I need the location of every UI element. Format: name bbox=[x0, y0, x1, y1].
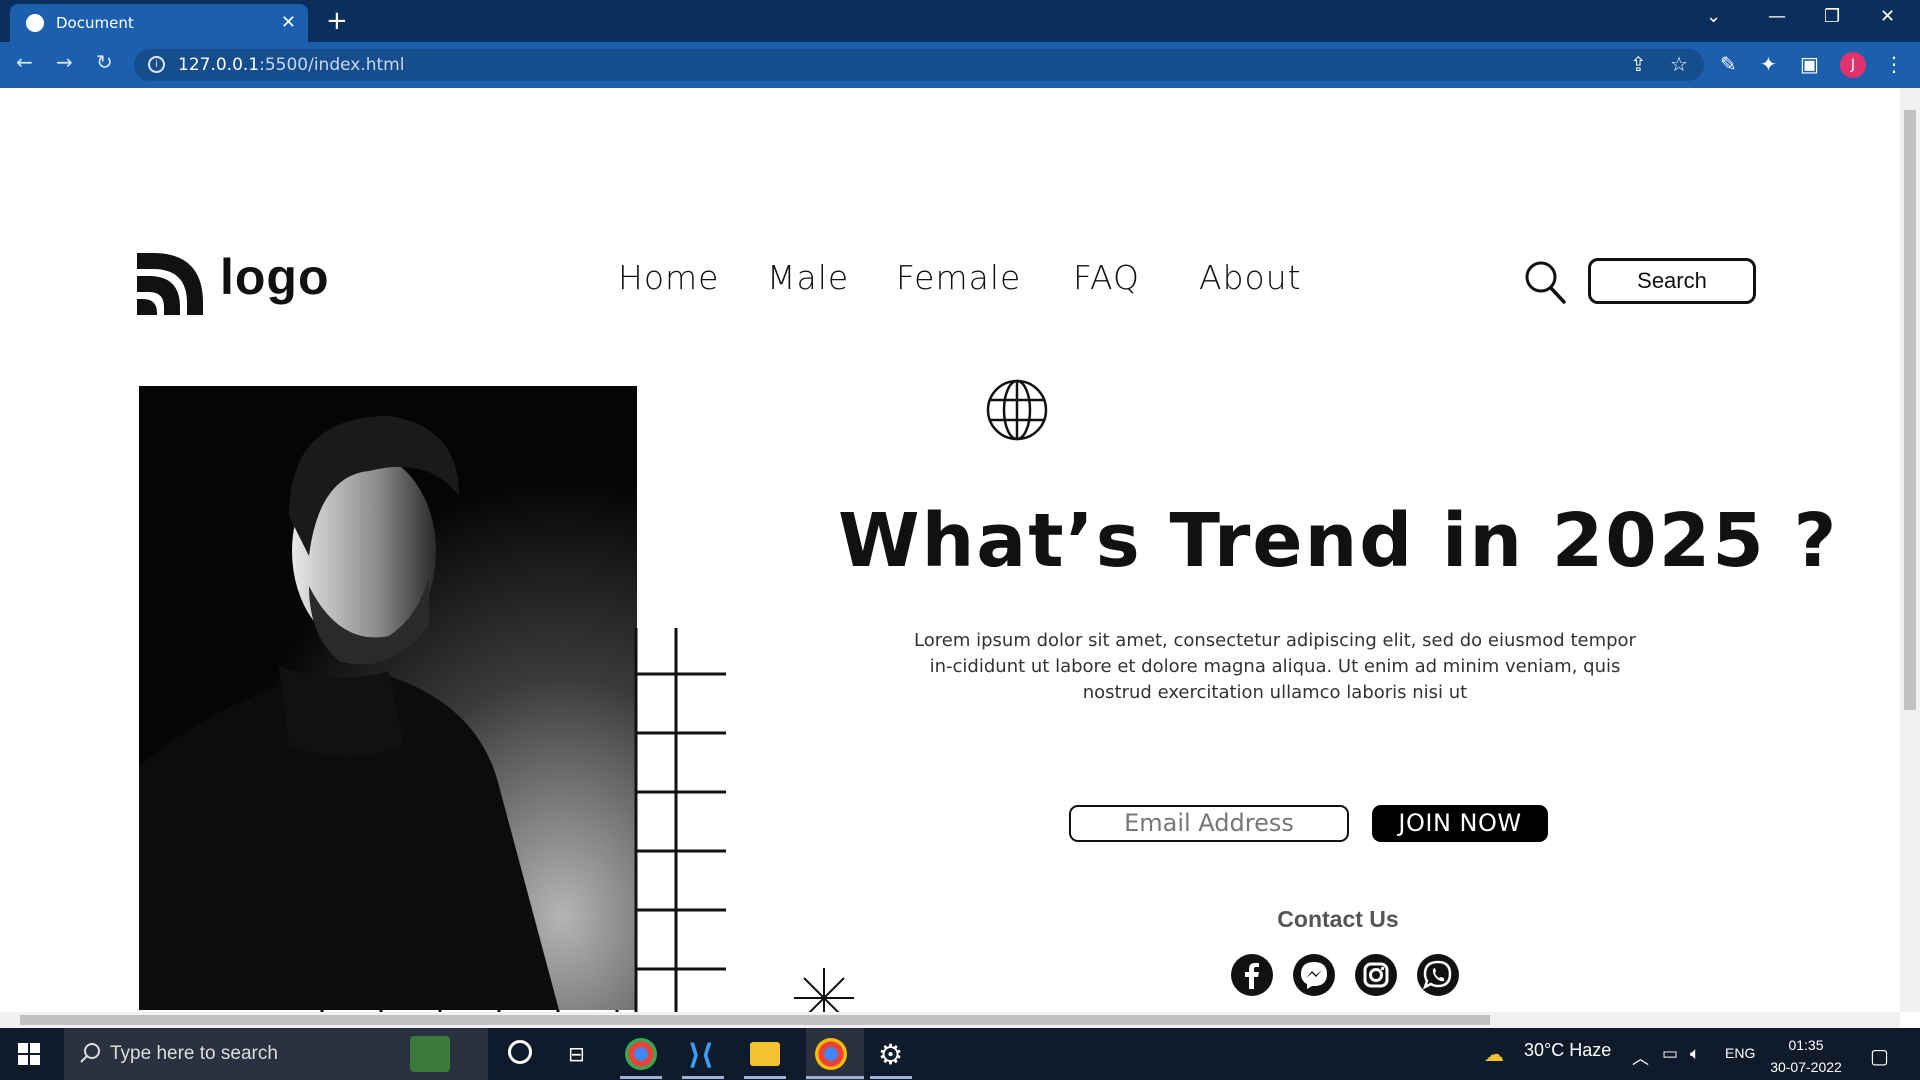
settings-gear-icon[interactable]: ⚙ bbox=[878, 1038, 903, 1071]
nav-home[interactable]: Home bbox=[618, 258, 719, 297]
volume-icon[interactable]: 🔈︎ bbox=[1690, 1044, 1700, 1064]
chrome-profile-active-indicator bbox=[806, 1076, 864, 1079]
chrome-active-indicator bbox=[620, 1076, 662, 1079]
email-input[interactable]: Email Address bbox=[1069, 805, 1349, 842]
battery-icon[interactable]: ▭ bbox=[1662, 1044, 1678, 1064]
hero-headline: What’s Trend in 2025 ? bbox=[838, 498, 1839, 584]
weather-icon[interactable]: ☁ bbox=[1484, 1042, 1504, 1066]
profile-avatar[interactable]: J bbox=[1840, 52, 1866, 78]
minimize-icon[interactable]: — bbox=[1768, 6, 1786, 27]
search-highlight-icon[interactable] bbox=[410, 1036, 450, 1072]
info-icon[interactable]: i bbox=[148, 56, 165, 73]
cortana-icon[interactable] bbox=[508, 1040, 532, 1064]
close-window-icon[interactable]: ✕ bbox=[1880, 6, 1895, 27]
pen-extension-icon[interactable]: ✎ bbox=[1720, 52, 1737, 76]
messenger-icon[interactable] bbox=[1292, 953, 1336, 997]
contact-title: Contact Us bbox=[1277, 906, 1399, 932]
language-indicator[interactable]: ENG bbox=[1725, 1045, 1755, 1061]
tab-title: Document bbox=[56, 14, 134, 32]
logo-mark-icon[interactable] bbox=[137, 253, 203, 315]
grid-decoration bbox=[320, 628, 726, 1012]
facebook-icon[interactable] bbox=[1230, 953, 1274, 997]
search-icon[interactable] bbox=[1524, 260, 1566, 304]
nav-faq[interactable]: FAQ bbox=[1073, 258, 1140, 297]
vscode-icon[interactable]: ⟩⟨ bbox=[688, 1038, 714, 1071]
search-button[interactable]: Search bbox=[1588, 258, 1756, 304]
side-panel-icon[interactable]: ▣ bbox=[1800, 52, 1819, 76]
horizontal-scroll-thumb[interactable] bbox=[20, 1015, 1490, 1025]
globe-icon bbox=[986, 379, 1048, 441]
clock-time: 01:35 bbox=[1788, 1037, 1824, 1053]
back-icon[interactable]: ← bbox=[16, 50, 33, 74]
notifications-icon[interactable]: ▢ bbox=[1870, 1044, 1889, 1068]
vertical-scroll-thumb[interactable] bbox=[1904, 110, 1916, 710]
nav-male[interactable]: Male bbox=[767, 258, 849, 297]
nav-female[interactable]: Female bbox=[896, 258, 1021, 297]
sparkle-icon bbox=[794, 968, 854, 1012]
taskbar-search-placeholder: Type here to search bbox=[110, 1043, 278, 1064]
windows-start-icon[interactable] bbox=[18, 1043, 40, 1065]
vscode-active-indicator bbox=[682, 1076, 724, 1079]
file-explorer-icon[interactable] bbox=[750, 1042, 780, 1066]
weather-text[interactable]: 30°C Haze bbox=[1524, 1040, 1611, 1061]
hero-description: Lorem ipsum dolor sit amet, consectetur … bbox=[914, 630, 1636, 703]
url-host: 127.0.0.1 bbox=[178, 55, 260, 75]
chevron-up-icon[interactable]: ︿ bbox=[1632, 1044, 1649, 1069]
share-icon[interactable]: ⇪ bbox=[1630, 52, 1647, 76]
extensions-icon[interactable]: ✦ bbox=[1760, 52, 1777, 76]
clock[interactable]: 01:35 30-07-2022 bbox=[1766, 1034, 1846, 1078]
explorer-active-indicator bbox=[744, 1076, 786, 1079]
whatsapp-icon[interactable] bbox=[1416, 953, 1460, 997]
web-page: logo Home Male Female FAQ About Search W… bbox=[0, 88, 1900, 1012]
new-tab-icon[interactable]: + bbox=[326, 6, 348, 36]
restore-icon[interactable]: ❐ bbox=[1824, 6, 1840, 27]
join-now-button[interactable]: JOIN NOW bbox=[1372, 805, 1548, 842]
logo-text[interactable]: logo bbox=[220, 248, 330, 306]
tab-search-icon[interactable]: ⌄ bbox=[1706, 6, 1721, 27]
close-tab-icon[interactable]: ✕ bbox=[281, 12, 296, 33]
globe-icon bbox=[26, 14, 44, 32]
menu-dots-icon[interactable]: ⋮ bbox=[1884, 52, 1904, 76]
instagram-icon[interactable] bbox=[1354, 953, 1398, 997]
reload-icon[interactable]: ↻ bbox=[96, 50, 113, 74]
url-bar[interactable]: i 127.0.0.1:5500/index.html bbox=[134, 49, 1704, 81]
settings-active-indicator bbox=[870, 1076, 912, 1079]
search-icon bbox=[80, 1043, 100, 1063]
nav-about[interactable]: About bbox=[1199, 258, 1302, 297]
clock-date: 30-07-2022 bbox=[1770, 1059, 1842, 1075]
bookmark-star-icon[interactable]: ☆ bbox=[1670, 52, 1688, 76]
browser-tab[interactable]: Document ✕ bbox=[10, 4, 308, 42]
chrome-icon[interactable] bbox=[625, 1038, 657, 1070]
chrome-profile-icon[interactable] bbox=[815, 1038, 847, 1070]
task-view-icon[interactable]: ⊟ bbox=[568, 1042, 585, 1066]
url-path: :5500/index.html bbox=[259, 55, 405, 75]
forward-icon[interactable]: → bbox=[56, 50, 73, 74]
